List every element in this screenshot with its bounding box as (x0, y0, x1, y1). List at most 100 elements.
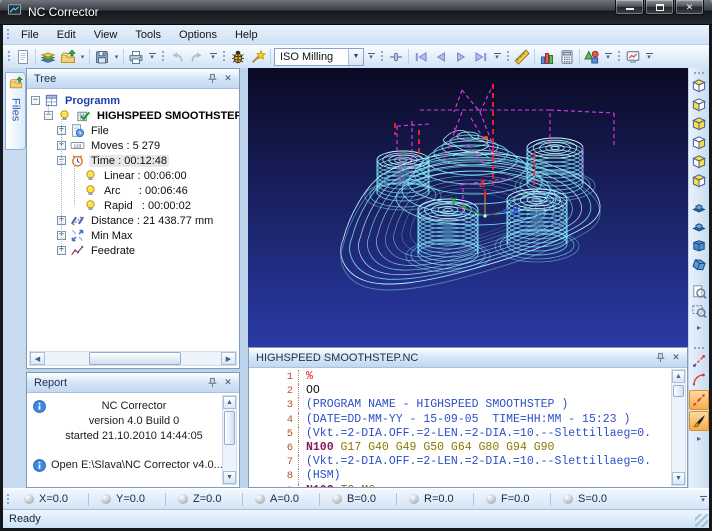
scrollbar-thumb[interactable] (224, 411, 235, 445)
title-bar[interactable]: NC Corrector ✕ (0, 0, 712, 25)
menu-item-help[interactable]: Help (226, 26, 267, 44)
scroll-down-button[interactable]: ▼ (223, 471, 236, 484)
code-panel-titlebar[interactable]: HIGHSPEED SMOOTHSTEP.NC ✕ (249, 348, 687, 368)
toolbar-overflow-button[interactable] (146, 47, 158, 67)
view-cube-corner-button[interactable] (690, 153, 708, 171)
tree-item-feedrate[interactable]: +Feedrate (27, 243, 239, 258)
tree-item-arc-00-06-46[interactable]: Arc : 00:06:46 (27, 183, 239, 198)
toolbar-drag-handle[interactable] (693, 71, 706, 75)
model-view-3-button[interactable] (690, 237, 708, 255)
menu-item-tools[interactable]: Tools (126, 26, 170, 44)
view-cube-solid-button[interactable] (690, 115, 708, 133)
calculator-button[interactable] (557, 47, 577, 67)
tree-item-rapid-00-00-02[interactable]: Rapid : 00:00:02 (27, 198, 239, 213)
new-document-button[interactable] (13, 47, 33, 67)
shapes-button[interactable] (582, 47, 602, 67)
pin-icon[interactable] (204, 71, 220, 87)
pin-icon[interactable] (652, 350, 668, 366)
tree-item-highspeed-smoothstep-nc[interactable]: −HIGHSPEED SMOOTHSTEP.NC (27, 108, 239, 123)
step-back-button[interactable] (431, 47, 451, 67)
statistics-button[interactable] (537, 47, 557, 67)
view-cube-top-button[interactable] (690, 77, 708, 95)
chevron-down-icon[interactable]: ▾ (78, 47, 87, 67)
collapse-icon[interactable]: − (31, 96, 40, 105)
menubar-drag-handle[interactable] (6, 28, 10, 41)
draw-brush-button[interactable] (689, 411, 709, 431)
toolbar-overflow-button[interactable] (207, 47, 219, 67)
scroll-up-button[interactable]: ▲ (672, 370, 685, 383)
toolbar-overflow-button[interactable] (697, 489, 709, 509)
chevron-down-icon[interactable]: ▾ (112, 47, 121, 67)
redo-button[interactable] (187, 47, 207, 67)
code-vertical-scrollbar[interactable]: ▲ ▼ (671, 369, 686, 486)
report-vertical-scrollbar[interactable]: ▲ ▼ (222, 395, 237, 485)
scrollbar-thumb[interactable] (673, 385, 684, 397)
print-button[interactable] (126, 47, 146, 67)
model-view-1-button[interactable] (690, 199, 708, 217)
tree-item-time-00-12-48[interactable]: −Time : 00:12:48 (27, 153, 239, 168)
view-cube-right-button[interactable] (690, 134, 708, 152)
save-button[interactable] (92, 47, 112, 67)
toolbar-drag-handle[interactable] (6, 493, 10, 506)
toolbar-drag-handle[interactable] (161, 50, 165, 63)
zoom-window-button[interactable] (690, 302, 708, 320)
model-view-2-button[interactable] (690, 218, 708, 236)
tree-item-min-max[interactable]: +Min Max (27, 228, 239, 243)
scrollbar-thumb[interactable] (89, 352, 181, 365)
chevron-down-icon[interactable]: ▼ (348, 49, 363, 65)
tree-item-programm[interactable]: −Programm (27, 93, 239, 108)
maximize-button[interactable] (645, 0, 674, 15)
tree-panel-titlebar[interactable]: Tree ✕ (27, 69, 239, 89)
undo-button[interactable] (167, 47, 187, 67)
tree-item-linear-00-06-00[interactable]: Linear : 00:06:00 (27, 168, 239, 183)
toolbar-overflow-button[interactable] (643, 47, 655, 67)
ruler-button[interactable] (512, 47, 532, 67)
toolbar-drag-handle[interactable] (506, 50, 510, 63)
magic-wand-button[interactable] (248, 47, 268, 67)
layers-button[interactable] (38, 47, 58, 67)
pin-icon[interactable] (204, 375, 220, 391)
menu-item-view[interactable]: View (85, 26, 127, 44)
scroll-left-button[interactable]: ◀ (30, 352, 45, 365)
close-icon[interactable]: ✕ (668, 350, 684, 366)
nc-code-editor[interactable]: 1%2OO3(PROGRAM NAME - HIGHSPEED SMOOTHST… (249, 368, 670, 487)
toolbar-drag-handle[interactable] (693, 346, 706, 350)
toolbar-drag-handle[interactable] (617, 50, 621, 63)
view-cube-left-button[interactable] (690, 96, 708, 114)
simulation-slider-button[interactable] (386, 47, 406, 67)
close-icon[interactable]: ✕ (220, 375, 236, 391)
toolbar-overflow-button[interactable] (491, 47, 503, 67)
menu-item-options[interactable]: Options (170, 26, 226, 44)
report-panel-titlebar[interactable]: Report ✕ (27, 373, 239, 393)
debug-bug-button[interactable] (228, 47, 248, 67)
screen-button[interactable] (623, 47, 643, 67)
scroll-right-button[interactable]: ▶ (221, 352, 236, 365)
toolbar-expand-button[interactable]: ▸ (689, 434, 709, 443)
skip-first-button[interactable] (411, 47, 431, 67)
files-tab[interactable]: Files (5, 72, 26, 150)
skip-last-button[interactable] (471, 47, 491, 67)
toolbar-drag-handle[interactable] (380, 50, 384, 63)
scroll-down-button[interactable]: ▼ (672, 472, 685, 485)
open-folder-button[interactable] (58, 47, 78, 67)
zoom-to-page-button[interactable] (690, 283, 708, 301)
resize-grip[interactable] (695, 514, 708, 527)
linear-move-button[interactable] (690, 352, 708, 370)
viewport-3d[interactable]: ZXY (248, 68, 688, 347)
highlight-moves-button[interactable] (689, 390, 709, 410)
step-forward-button[interactable] (451, 47, 471, 67)
tree-item-moves-5-279[interactable]: +123Moves : 5 279 (27, 138, 239, 153)
minimize-button[interactable] (615, 0, 644, 15)
scroll-up-button[interactable]: ▲ (223, 396, 236, 409)
toolbar-drag-handle[interactable] (222, 50, 226, 63)
close-button[interactable]: ✕ (675, 0, 704, 15)
format-combo[interactable]: ISO Milling▼ (274, 48, 364, 66)
menu-item-edit[interactable]: Edit (48, 26, 85, 44)
tree-item-file[interactable]: +File (27, 123, 239, 138)
view-cube-corner2-button[interactable] (690, 172, 708, 190)
toolbar-overflow-button[interactable] (602, 47, 614, 67)
model-view-4-button[interactable] (690, 256, 708, 274)
toolbar-expand-button[interactable]: ▸ (689, 323, 709, 332)
toolbar-drag-handle[interactable] (7, 50, 11, 63)
arc-move-button[interactable] (690, 371, 708, 389)
